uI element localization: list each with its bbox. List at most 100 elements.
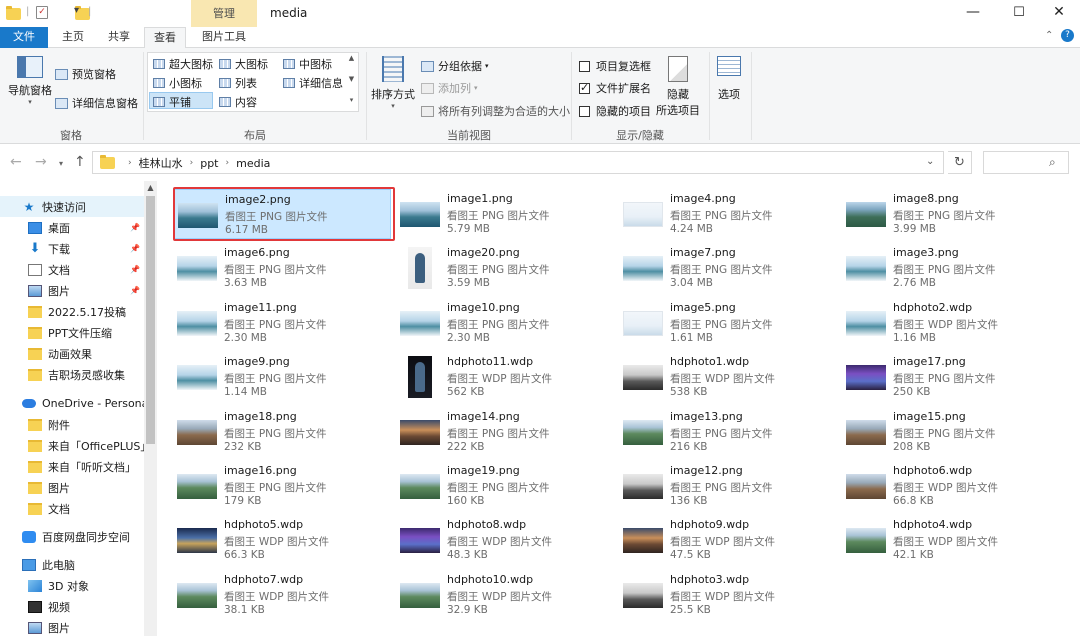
layout-content[interactable]: 内容 — [219, 94, 257, 110]
nav-item[interactable]: 图片 — [0, 617, 144, 636]
item-checkboxes-checkbox[interactable] — [579, 60, 590, 72]
group-by-button[interactable]: 分组依据 ▾ — [421, 58, 489, 74]
close-button[interactable]: ✕ — [1036, 0, 1080, 27]
file-tile[interactable]: image7.png 看图王 PNG 图片文件 3.04 MB — [619, 243, 835, 293]
layout-tiles[interactable]: 平铺 — [153, 94, 191, 110]
nav-item[interactable]: 来自「听听文档」 — [0, 456, 144, 477]
hidden-items-checkbox[interactable] — [579, 105, 590, 117]
options-button[interactable]: 选项 — [712, 56, 746, 102]
nav-item[interactable]: ⬇ 下载 📌 — [0, 238, 144, 259]
nav-item[interactable]: 3D 对象 — [0, 575, 144, 596]
properties-icon[interactable]: ✓ — [36, 6, 48, 19]
size-all-columns-button[interactable]: 将所有列调整为合适的大小 — [421, 103, 570, 119]
nav-item[interactable]: 此电脑 — [0, 554, 144, 575]
layout-list[interactable]: 列表 — [219, 75, 257, 91]
address-dropdown-icon[interactable]: ⌄ — [926, 156, 934, 167]
context-tab-manage[interactable]: 管理 — [191, 0, 257, 27]
breadcrumb-separator-icon[interactable]: › — [226, 158, 230, 168]
nav-item[interactable]: 桌面 📌 — [0, 217, 144, 238]
nav-item[interactable]: 动画效果 — [0, 343, 144, 364]
hide-selected-button[interactable]: 隐藏 所选项目 — [656, 56, 700, 118]
file-tile[interactable]: image13.png 看图王 PNG 图片文件 216 KB — [619, 407, 835, 457]
tab-file[interactable]: 文件 — [0, 27, 48, 48]
file-tile[interactable]: image11.png 看图王 PNG 图片文件 2.30 MB — [173, 298, 389, 348]
tab-home[interactable]: 主页 — [54, 27, 92, 48]
nav-item[interactable]: 百度网盘同步空间 — [0, 526, 144, 547]
nav-quick-access[interactable]: ★ 快速访问 — [0, 196, 144, 217]
item-checkboxes-toggle[interactable]: 项目复选框 — [579, 58, 651, 74]
help-icon[interactable]: ? — [1061, 29, 1074, 42]
nav-item[interactable]: 图片 — [0, 477, 144, 498]
file-tile[interactable]: image17.png 看图王 PNG 图片文件 250 KB — [842, 352, 1058, 402]
recent-locations-icon[interactable]: ▾ — [59, 159, 63, 168]
tab-share[interactable]: 共享 — [100, 27, 138, 48]
search-input[interactable] — [983, 151, 1069, 174]
layout-extra-large-icons[interactable]: 超大图标 — [153, 56, 213, 72]
gallery-scroll-up-icon[interactable]: ▲ — [346, 54, 357, 62]
layout-large-icons[interactable]: 大图标 — [219, 56, 268, 72]
nav-item[interactable]: 视频 — [0, 596, 144, 617]
file-tile[interactable]: image15.png 看图王 PNG 图片文件 208 KB — [842, 407, 1058, 457]
file-tile[interactable]: image4.png 看图王 PNG 图片文件 4.24 MB — [619, 189, 835, 239]
file-tile[interactable]: image20.png 看图王 PNG 图片文件 3.59 MB — [396, 243, 612, 293]
file-tile[interactable]: image16.png 看图王 PNG 图片文件 179 KB — [173, 461, 389, 511]
nav-item[interactable]: 文档 📌 — [0, 259, 144, 280]
file-tile[interactable]: hdphoto11.wdp 看图王 WDP 图片文件 562 KB — [396, 352, 612, 402]
sort-by-button[interactable]: 排序方式 ▾ — [371, 56, 415, 110]
refresh-button[interactable]: ↻ — [948, 151, 972, 174]
gallery-scroll-down-icon[interactable]: ▼ — [346, 75, 357, 83]
breadcrumb-item[interactable]: ppt — [200, 157, 218, 170]
file-extensions-toggle[interactable]: 文件扩展名 — [579, 80, 651, 96]
file-tile[interactable]: hdphoto7.wdp 看图王 WDP 图片文件 38.1 KB — [173, 570, 389, 620]
up-icon[interactable]: ↑ — [74, 154, 86, 170]
nav-item[interactable]: PPT文件压缩 — [0, 322, 144, 343]
file-tile[interactable]: image10.png 看图王 PNG 图片文件 2.30 MB — [396, 298, 612, 348]
nav-item[interactable]: 图片 📌 — [0, 280, 144, 301]
back-icon[interactable]: ← — [10, 154, 22, 170]
nav-item[interactable]: 附件 — [0, 414, 144, 435]
collapse-ribbon-icon[interactable]: ⌃ — [1045, 30, 1053, 41]
file-tile[interactable]: hdphoto6.wdp 看图王 WDP 图片文件 66.8 KB — [842, 461, 1058, 511]
file-tile[interactable]: hdphoto8.wdp 看图王 WDP 图片文件 48.3 KB — [396, 515, 612, 565]
tab-view[interactable]: 查看 — [144, 27, 186, 49]
file-tile[interactable]: image18.png 看图王 PNG 图片文件 232 KB — [173, 407, 389, 457]
file-tile[interactable]: image9.png 看图王 PNG 图片文件 1.14 MB — [173, 352, 389, 402]
nav-item[interactable]: OneDrive - Personal — [0, 393, 144, 414]
file-tile[interactable]: image12.png 看图王 PNG 图片文件 136 KB — [619, 461, 835, 511]
file-tile[interactable]: hdphoto4.wdp 看图王 WDP 图片文件 42.1 KB — [842, 515, 1058, 565]
file-tile[interactable]: image14.png 看图王 PNG 图片文件 222 KB — [396, 407, 612, 457]
file-tile[interactable]: image8.png 看图王 PNG 图片文件 3.99 MB — [842, 189, 1058, 239]
file-tile[interactable]: image6.png 看图王 PNG 图片文件 3.63 MB — [173, 243, 389, 293]
breadcrumb-item[interactable]: media — [236, 157, 270, 170]
layout-details[interactable]: 详细信息 — [283, 75, 343, 91]
forward-icon[interactable]: → — [35, 154, 47, 170]
nav-item[interactable]: 来自「OfficePLUS」 — [0, 435, 144, 456]
breadcrumb-item[interactable]: 桂林山水 — [139, 155, 183, 171]
file-tile[interactable]: image3.png 看图王 PNG 图片文件 2.76 MB — [842, 243, 1058, 293]
file-tile[interactable]: hdphoto10.wdp 看图王 WDP 图片文件 32.9 KB — [396, 570, 612, 620]
file-tile[interactable]: hdphoto5.wdp 看图王 WDP 图片文件 66.3 KB — [173, 515, 389, 565]
hidden-items-toggle[interactable]: 隐藏的项目 — [579, 103, 651, 119]
gallery-expand-icon[interactable]: ▾ — [346, 96, 357, 104]
nav-item[interactable]: 2022.5.17投稿 — [0, 301, 144, 322]
file-tile[interactable]: hdphoto3.wdp 看图王 WDP 图片文件 25.5 KB — [619, 570, 835, 620]
add-columns-button[interactable]: 添加列 ▾ — [421, 80, 478, 96]
tab-picture-tools[interactable]: 图片工具 — [191, 27, 257, 48]
file-tile[interactable]: hdphoto1.wdp 看图王 WDP 图片文件 538 KB — [619, 352, 835, 402]
nav-item[interactable]: 文档 — [0, 498, 144, 519]
file-extensions-checkbox[interactable] — [579, 81, 590, 94]
scroll-up-icon[interactable]: ▲ — [144, 183, 157, 192]
customize-quick-access-icon[interactable]: ▾ — [74, 5, 87, 18]
navigation-pane-button[interactable]: 导航窗格 ▾ — [8, 56, 52, 106]
scrollbar-thumb[interactable] — [146, 196, 155, 444]
breadcrumb-separator-icon[interactable]: › — [190, 158, 194, 168]
nav-item[interactable]: 吉职场灵感收集 — [0, 364, 144, 385]
preview-pane-button[interactable]: 预览窗格 — [55, 66, 116, 82]
details-pane-button[interactable]: 详细信息窗格 — [55, 95, 138, 111]
file-tile[interactable]: hdphoto2.wdp 看图王 WDP 图片文件 1.16 MB — [842, 298, 1058, 348]
file-tile[interactable]: image5.png 看图王 PNG 图片文件 1.61 MB — [619, 298, 835, 348]
layout-small-icons[interactable]: 小图标 — [153, 75, 202, 91]
file-tile[interactable]: hdphoto9.wdp 看图王 WDP 图片文件 47.5 KB — [619, 515, 835, 565]
breadcrumb-separator-icon[interactable]: › — [128, 158, 132, 168]
layout-medium-icons[interactable]: 中图标 — [283, 56, 332, 72]
